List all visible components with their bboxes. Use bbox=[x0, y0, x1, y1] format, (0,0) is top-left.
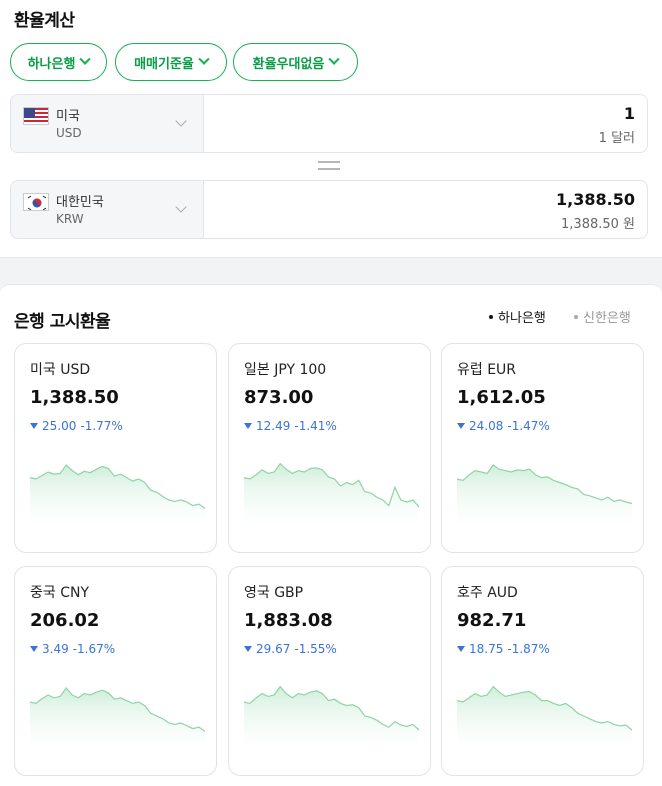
to-currency-select[interactable]: 대한민국 KRW bbox=[11, 181, 204, 238]
card-change-value: 3.49 bbox=[42, 642, 69, 656]
rate-type-label: 매매기준율 bbox=[134, 56, 194, 72]
rate-card-eur[interactable]: 유럽 EUR 1,612.05 24.08 -1.47% bbox=[441, 343, 644, 553]
rate-type-chip[interactable]: 매매기준율 bbox=[115, 43, 227, 81]
tab-shinhan-bank-label: 신한은행 bbox=[583, 311, 631, 326]
triangle-down-icon bbox=[457, 423, 465, 429]
chevron-down-icon bbox=[79, 53, 92, 65]
card-rate: 1,388.50 bbox=[30, 387, 119, 408]
trend-sparkline bbox=[30, 464, 205, 527]
rate-card-usd[interactable]: 미국 USD 1,388.50 25.00 -1.77% bbox=[14, 343, 217, 553]
card-change: 24.08 -1.47% bbox=[457, 419, 550, 433]
card-change: 25.00 -1.77% bbox=[30, 419, 123, 433]
card-currency: 중국 CNY bbox=[30, 585, 90, 601]
triangle-down-icon bbox=[244, 423, 252, 429]
card-change-pct: -1.41% bbox=[294, 419, 337, 433]
trend-sparkline bbox=[457, 685, 632, 750]
chevron-down-icon bbox=[175, 115, 187, 127]
chevron-down-icon bbox=[175, 201, 187, 213]
rate-card-aud[interactable]: 호주 AUD 982.71 18.75 -1.87% bbox=[441, 566, 644, 776]
card-change: 3.49 -1.67% bbox=[30, 642, 115, 656]
from-currency-select[interactable]: 미국 USD bbox=[11, 95, 204, 152]
bullet-icon bbox=[489, 314, 493, 319]
to-currency-code: KRW bbox=[56, 212, 84, 226]
card-currency: 영국 GBP bbox=[244, 585, 304, 601]
card-change-value: 24.08 bbox=[469, 419, 504, 433]
card-currency: 미국 USD bbox=[30, 362, 91, 378]
to-amount-input[interactable]: 1,388.50 bbox=[556, 190, 635, 209]
tab-shinhan-bank[interactable]: 신한은행 bbox=[574, 307, 631, 326]
from-amount-input[interactable]: 1 bbox=[624, 104, 635, 123]
preferential-rate-chip[interactable]: 환율우대없음 bbox=[233, 43, 358, 81]
trend-sparkline bbox=[244, 462, 419, 527]
card-rate: 1,612.05 bbox=[457, 387, 546, 408]
from-amount-text: 1 달러 bbox=[598, 131, 635, 146]
to-currency-row: 대한민국 KRW 1,388.50 1,388.50 원 bbox=[10, 180, 648, 239]
from-currency-row: 미국 USD 1 1 달러 bbox=[10, 94, 648, 153]
bank-rates-panel: 은행 고시환율 하나은행 신한은행 미국 USD 1,388.50 25.00 … bbox=[0, 284, 662, 786]
card-change-pct: -1.77% bbox=[80, 419, 123, 433]
bank-select-label: 하나은행 bbox=[27, 56, 76, 72]
to-amount-text: 1,388.50 원 bbox=[561, 217, 635, 232]
chevron-down-icon bbox=[198, 53, 210, 65]
card-change: 12.49 -1.41% bbox=[244, 419, 337, 433]
rate-card-jpy[interactable]: 일본 JPY 100 873.00 12.49 -1.41% bbox=[228, 343, 431, 553]
card-rate: 873.00 bbox=[244, 387, 314, 408]
equals-icon bbox=[318, 161, 340, 170]
card-change-value: 25.00 bbox=[42, 419, 77, 433]
card-change-value: 18.75 bbox=[469, 642, 504, 656]
from-currency-code: USD bbox=[56, 126, 82, 140]
from-currency-name: 미국 bbox=[56, 109, 80, 124]
tab-hana-bank-label: 하나은행 bbox=[498, 311, 546, 326]
card-change-pct: -1.55% bbox=[294, 642, 337, 656]
card-rate: 206.02 bbox=[30, 610, 100, 631]
trend-sparkline bbox=[244, 685, 419, 750]
card-change-pct: -1.47% bbox=[507, 419, 550, 433]
triangle-down-icon bbox=[244, 646, 252, 652]
card-change: 29.67 -1.55% bbox=[244, 642, 337, 656]
trend-sparkline bbox=[30, 687, 205, 750]
chevron-down-icon bbox=[328, 53, 341, 65]
card-change-value: 29.67 bbox=[256, 642, 291, 656]
tab-hana-bank[interactable]: 하나은행 bbox=[489, 307, 546, 326]
sparkline-area bbox=[457, 465, 632, 527]
card-currency: 일본 JPY 100 bbox=[244, 362, 327, 378]
card-currency: 유럽 EUR bbox=[457, 362, 517, 378]
rate-card-gbp[interactable]: 영국 GBP 1,883.08 29.67 -1.55% bbox=[228, 566, 431, 776]
exchange-calculator: 환율계산 하나은행 매매기준율 환율우대없음 미국 USD 1 1 달러 대한민… bbox=[0, 0, 662, 258]
triangle-down-icon bbox=[30, 423, 38, 429]
bank-rates-title: 은행 고시환율 bbox=[14, 312, 111, 332]
card-change-pct: -1.87% bbox=[507, 642, 550, 656]
to-currency-name: 대한민국 bbox=[56, 195, 104, 210]
bullet-icon bbox=[574, 314, 578, 319]
card-change-value: 12.49 bbox=[256, 419, 291, 433]
card-rate: 982.71 bbox=[457, 610, 527, 631]
bank-select-chip[interactable]: 하나은행 bbox=[10, 43, 107, 81]
card-rate: 1,883.08 bbox=[244, 610, 333, 631]
kr-flag-icon bbox=[23, 193, 49, 211]
trend-sparkline bbox=[457, 464, 632, 527]
us-flag-icon bbox=[23, 107, 49, 125]
card-change-pct: -1.67% bbox=[72, 642, 116, 656]
triangle-down-icon bbox=[457, 646, 465, 652]
triangle-down-icon bbox=[30, 646, 38, 652]
calculator-title: 환율계산 bbox=[14, 11, 75, 31]
rate-card-cny[interactable]: 중국 CNY 206.02 3.49 -1.67% bbox=[14, 566, 217, 776]
card-change: 18.75 -1.87% bbox=[457, 642, 550, 656]
preferential-rate-label: 환율우대없음 bbox=[252, 56, 325, 72]
card-currency: 호주 AUD bbox=[457, 585, 518, 601]
